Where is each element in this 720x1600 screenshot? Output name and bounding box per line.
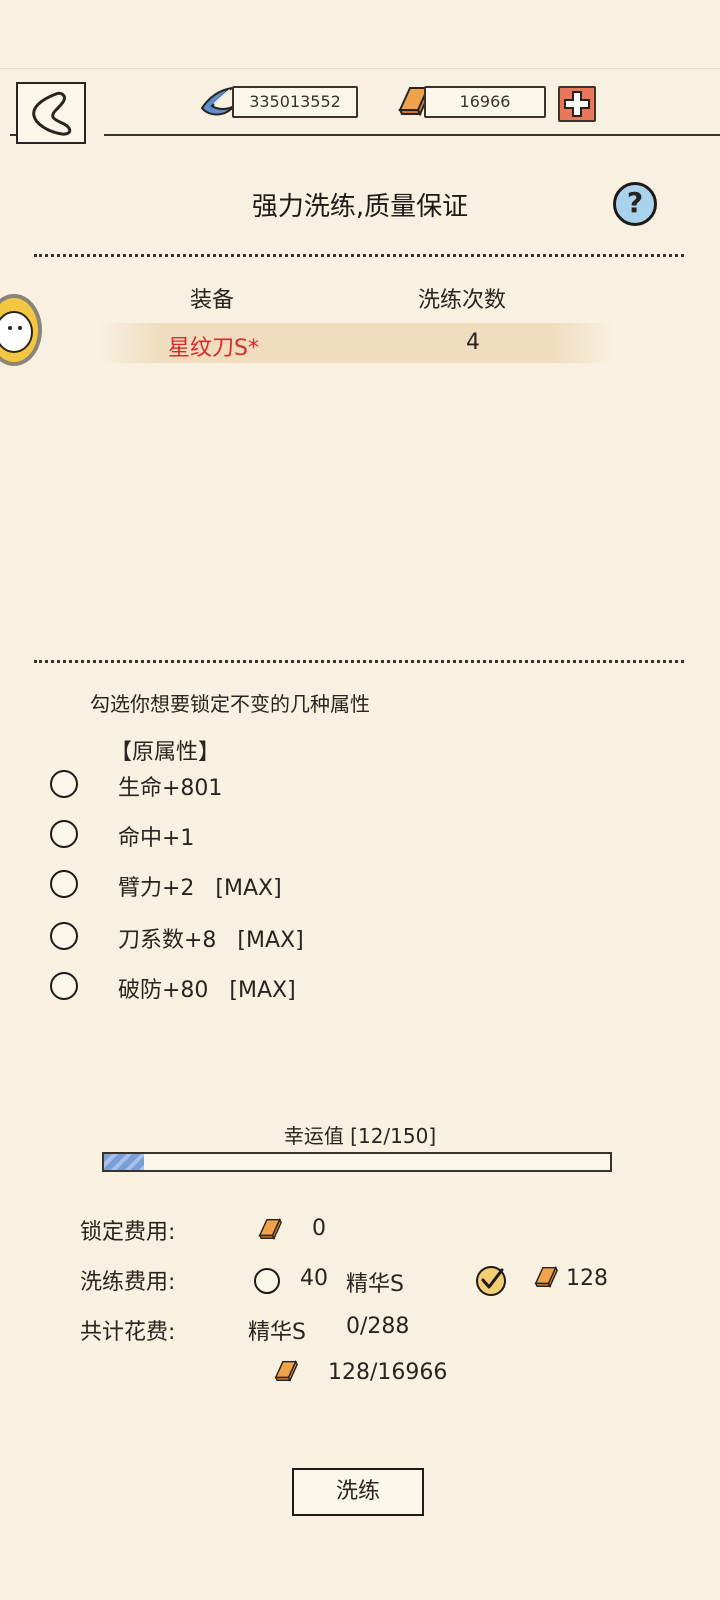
refine-option-gold-value: 128	[566, 1266, 608, 1291]
back-icon	[32, 91, 72, 136]
top-divider	[0, 68, 720, 69]
header-rule-left	[10, 134, 16, 136]
add-gold-button[interactable]	[558, 86, 596, 122]
dotted-divider-top	[34, 254, 684, 257]
character-icon	[0, 311, 33, 353]
original-attributes-label: 【原属性】	[110, 740, 221, 765]
lock-cost-label: 锁定费用:	[80, 1220, 176, 1245]
lock-radio[interactable]	[50, 820, 78, 848]
plus-icon	[564, 91, 590, 117]
lock-cost-value: 0	[312, 1216, 326, 1241]
gold-bar-icon	[254, 1214, 284, 1248]
lock-radio[interactable]	[50, 972, 78, 1000]
lock-radio[interactable]	[50, 922, 78, 950]
side-avatar-button[interactable]	[0, 294, 42, 366]
gold-bar-icon	[270, 1356, 300, 1390]
attribute-label: 破防+80 [MAX]	[118, 978, 296, 1003]
total-essence-value: 0/288	[346, 1314, 410, 1339]
refine-option-essence-radio[interactable]	[254, 1268, 280, 1294]
page-title: 强力洗练,质量保证	[251, 192, 469, 222]
header-rule	[104, 134, 720, 136]
dotted-divider-middle	[34, 660, 684, 663]
refine-count: 4	[466, 330, 480, 355]
equipment-name: 星纹刀S*	[168, 336, 259, 361]
question-icon: ?	[626, 186, 644, 219]
attribute-label: 臂力+2 [MAX]	[118, 876, 282, 901]
silver-balance: 335013552	[232, 86, 358, 118]
attribute-label: 命中+1	[118, 826, 195, 851]
refine-button[interactable]: 洗练	[292, 1468, 424, 1516]
back-button[interactable]	[16, 82, 86, 144]
total-essence-unit: 精华S	[248, 1320, 306, 1345]
attribute-label: 生命+801	[118, 776, 223, 801]
luck-progress-fill	[104, 1154, 145, 1170]
gold-amount: 16966	[459, 92, 511, 111]
silver-amount: 335013552	[249, 92, 341, 111]
gold-balance: 16966	[424, 86, 546, 118]
refine-cost-label: 洗练费用:	[80, 1270, 176, 1295]
luck-progress-bar	[102, 1152, 612, 1172]
total-cost-label: 共计花费:	[80, 1320, 176, 1345]
check-icon	[481, 1268, 504, 1289]
lock-radio[interactable]	[50, 870, 78, 898]
lock-radio[interactable]	[50, 770, 78, 798]
luck-label: 幸运值 [12/150]	[283, 1124, 437, 1148]
refine-option-essence-unit: 精华S	[346, 1272, 404, 1297]
attribute-label: 刀系数+8 [MAX]	[118, 928, 304, 953]
column-header-equipment: 装备	[190, 288, 235, 313]
help-button[interactable]: ?	[613, 182, 657, 226]
refine-option-essence-value: 40	[300, 1266, 328, 1291]
column-header-refine-count: 洗练次数	[418, 288, 507, 313]
total-gold-value: 128/16966	[328, 1360, 448, 1385]
lock-hint: 勾选你想要锁定不变的几种属性	[90, 692, 370, 716]
gold-bar-icon	[530, 1262, 560, 1296]
refine-option-gold-radio[interactable]	[476, 1266, 506, 1296]
